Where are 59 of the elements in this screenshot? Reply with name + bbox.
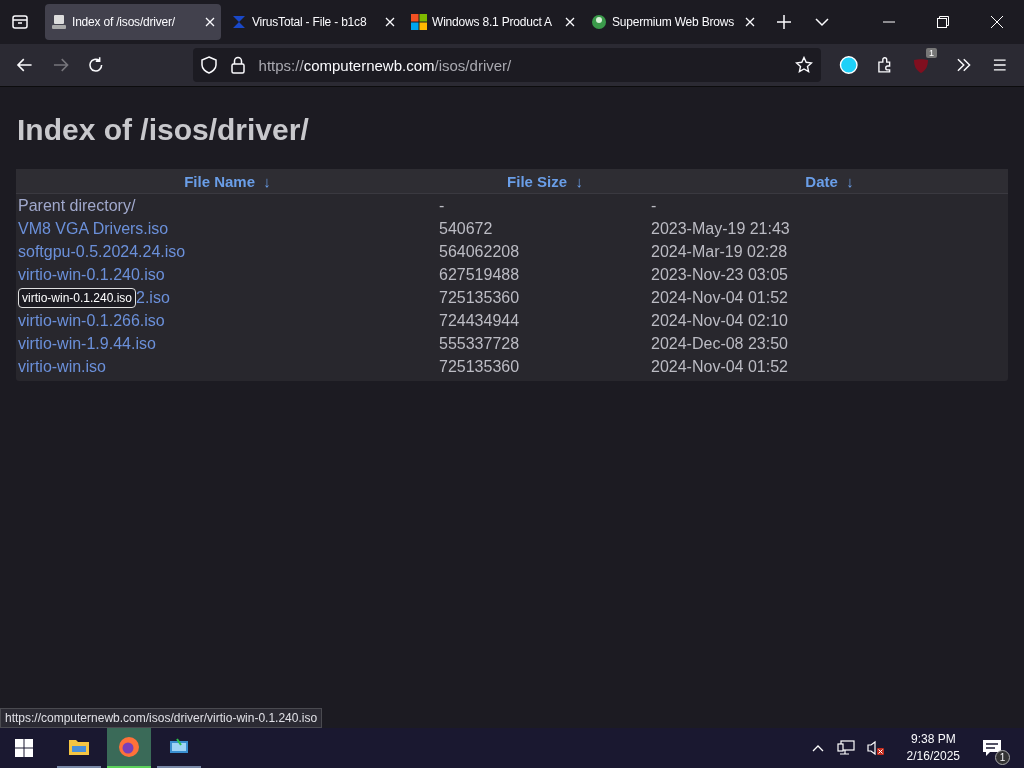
column-header[interactable]: File Size ↓ [439, 172, 651, 190]
server-icon [51, 14, 67, 30]
column-header[interactable]: File Name ↓ [16, 172, 439, 190]
column-header[interactable]: Date ↓ [651, 172, 1008, 190]
clock-date[interactable]: 2/16/2025 [906, 748, 960, 765]
lock-icon[interactable] [230, 56, 245, 74]
browser-tab[interactable]: VirusTotal - File - b1c8 [225, 4, 401, 40]
close-icon[interactable] [991, 16, 1003, 28]
file-link[interactable]: softgpu-0.5.2024.24.iso [18, 242, 186, 260]
tooltip: virtio-win-0.1.240.iso [18, 287, 137, 308]
notification-count: 1 [995, 750, 1010, 765]
table-cell-text: 2024-Dec-08 23:50 [651, 334, 789, 353]
table-cell-text: - [651, 196, 658, 215]
table-cell-text: 724434944 [439, 311, 521, 330]
file-link[interactable]: VM8 VGA Drivers.iso [18, 219, 169, 237]
clock-time[interactable]: 9:38 PM [910, 731, 956, 748]
browser-icon[interactable] [107, 728, 151, 768]
star-icon[interactable] [794, 56, 813, 74]
browser-tab[interactable]: Supermium Web Brows [585, 4, 761, 40]
reload-icon[interactable] [87, 56, 105, 74]
close-tab-icon[interactable] [205, 17, 215, 27]
windows-start-icon[interactable] [15, 739, 33, 757]
windows-logo-icon [411, 14, 427, 30]
table-cell-text: 540672 [439, 219, 494, 238]
browser-tab[interactable]: Windows 8.1 Product A [405, 4, 581, 40]
table-cell-text: 2024-Mar-19 02:28 [651, 242, 789, 261]
browser-tab[interactable]: Index of /isos/driver/ [45, 4, 221, 40]
file-link[interactable]: Parent directory/ [18, 196, 136, 214]
table-cell-text: 555337728 [439, 334, 521, 353]
new-tab-icon[interactable] [776, 14, 792, 30]
restore-icon[interactable] [937, 16, 949, 28]
table-cell-text: 2023-Nov-23 03:05 [651, 265, 789, 284]
table-cell-text: 2024-Nov-04 01:52 [651, 288, 789, 307]
table-cell-text: 564062208 [439, 242, 521, 261]
extension-badge: 1 [925, 48, 937, 58]
tab-list-icon[interactable] [11, 13, 29, 31]
forward-icon[interactable] [51, 56, 70, 74]
notifications-icon[interactable] [982, 739, 1002, 757]
address-bar[interactable]: https://computernewb.com/isos/driver/ [192, 48, 821, 82]
network-icon[interactable] [836, 740, 855, 756]
file-link[interactable]: virtio-win-1.9.44.iso [18, 334, 156, 352]
shield-icon[interactable] [200, 56, 217, 74]
table-cell-text: 2023-May-19 21:43 [651, 219, 791, 238]
table-cell-text: 725135360 [439, 288, 521, 307]
file-link[interactable]: virtio-win.iso [18, 357, 106, 375]
table-cell-text: - [439, 196, 446, 215]
table-cell-text: 2024-Nov-04 02:10 [651, 311, 789, 330]
page-title: Index of /isos/driver/ [17, 113, 310, 147]
muted-speaker-icon[interactable] [866, 740, 885, 756]
table-cell-text: 627519488 [439, 265, 521, 284]
file-link[interactable]: virtio-win-0.1.266.iso [18, 311, 165, 329]
close-tab-icon[interactable] [745, 17, 755, 27]
file-link[interactable]: virtio-win-0.1.240.iso [18, 265, 165, 283]
close-tab-icon[interactable] [385, 17, 395, 27]
back-icon[interactable] [16, 56, 34, 74]
table-cell-text: 725135360 [439, 357, 521, 376]
table-cell-text: 2024-Nov-04 01:52 [651, 357, 789, 376]
close-tab-icon[interactable] [565, 17, 575, 27]
circle-icon[interactable] [838, 55, 859, 75]
